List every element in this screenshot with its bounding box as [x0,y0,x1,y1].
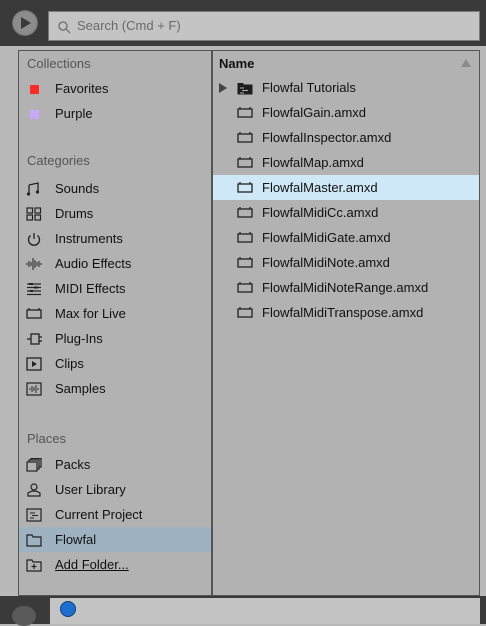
name-column-header[interactable]: Name [213,51,479,75]
list-item-label: FlowfalMap.amxd [262,155,364,170]
drums-icon [26,207,42,221]
add-folder-button[interactable]: Add Folder... [19,552,211,577]
sidebar-item-label: Add Folder... [55,557,129,572]
expand-triangle-icon[interactable] [219,83,227,93]
sidebar-item-plug-ins[interactable]: Plug-Ins [19,326,211,351]
sidebar-item-user-library[interactable]: User Library [19,477,211,502]
sidebar: Collections Favorites Purple Categories … [18,50,212,596]
folder-icon [26,534,42,547]
search-placeholder: Search (Cmd + F) [77,18,181,33]
list-item-label: FlowfalMidiGate.amxd [262,230,391,245]
sidebar-item-favorites[interactable]: Favorites [19,76,211,101]
list-item[interactable]: FlowfalMidiGate.amxd [213,225,479,250]
sidebar-item-label: Samples [55,381,106,396]
samples-icon [26,382,42,396]
list-item-label: Flowfal Tutorials [262,80,356,95]
search-icon [58,21,71,34]
instruments-icon [27,233,41,246]
column-header-label: Name [219,56,255,71]
list-item-label: FlowfalMaster.amxd [262,180,378,195]
search-input[interactable]: Search (Cmd + F) [48,11,480,41]
list-item[interactable]: FlowfalMidiNote.amxd [213,250,479,275]
categories-header: Categories [27,153,90,168]
sidebar-item-label: Packs [55,457,91,472]
browser-bottom-bar [0,596,486,626]
sidebar-item-drums[interactable]: Drums [19,201,211,226]
folder-icon [237,83,253,95]
sidebar-item-max-for-live[interactable]: Max for Live [19,301,211,326]
list-item-label: FlowfalMidiCc.amxd [262,205,379,220]
list-item[interactable]: FlowfalMidiNoteRange.amxd [213,275,479,300]
plug-ins-icon [27,333,42,345]
sidebar-item-samples[interactable]: Samples [19,376,211,401]
play-triangle-icon [21,17,31,29]
midi-effects-icon [27,283,41,296]
current-project-icon [26,508,42,522]
sidebar-item-label: MIDI Effects [55,281,126,296]
user-library-icon [27,483,41,497]
list-item-label: FlowfalMidiNoteRange.amxd [262,280,429,295]
sidebar-item-label: User Library [55,482,126,497]
max-device-icon [237,257,253,268]
list-item-selected[interactable]: FlowfalMaster.amxd [213,175,479,200]
list-item-label: FlowfalGain.amxd [262,105,367,120]
packs-icon [26,458,42,472]
browser-toggle-button[interactable] [12,10,38,36]
sidebar-item-label: Flowfal [55,532,97,547]
browser-resize-handle[interactable] [12,606,36,626]
sidebar-item-label: Instruments [55,231,123,246]
info-area [50,598,480,624]
list-item[interactable]: FlowfalInspector.amxd [213,125,479,150]
list-item-label: FlowfalMidiNote.amxd [262,255,390,270]
sidebar-item-label: Current Project [55,507,143,522]
places-header: Places [27,431,67,446]
max-device-icon [237,307,253,318]
sounds-icon [26,182,40,196]
file-list: Name Flowfal Tutorials FlowfalGain.amxd … [212,50,480,596]
favorites-color-swatch-icon [26,82,42,96]
sidebar-item-label: Favorites [55,81,109,96]
audio-effects-icon [26,258,42,270]
list-item[interactable]: FlowfalMap.amxd [213,150,479,175]
sidebar-item-packs[interactable]: Packs [19,452,211,477]
max-device-icon [237,107,253,118]
sidebar-item-purple[interactable]: Purple [19,101,211,126]
sidebar-item-sounds[interactable]: Sounds [19,176,211,201]
sidebar-item-instruments[interactable]: Instruments [19,226,211,251]
sidebar-item-label: Plug-Ins [55,331,103,346]
sidebar-item-label: Drums [55,206,94,221]
preview-toggle-icon[interactable] [60,601,76,617]
sidebar-item-label: Audio Effects [55,256,132,271]
list-item[interactable]: FlowfalGain.amxd [213,100,479,125]
max-device-icon [237,157,253,168]
max-device-icon [237,282,253,293]
browser-top-bar: Search (Cmd + F) [0,0,486,46]
sidebar-item-current-project[interactable]: Current Project [19,502,211,527]
sidebar-item-label: Max for Live [55,306,126,321]
sidebar-item-audio-effects[interactable]: Audio Effects [19,251,211,276]
list-item-label: FlowfalInspector.amxd [262,130,392,145]
max-device-icon [237,132,253,143]
sidebar-item-label: Clips [55,356,84,371]
sidebar-item-flowfal[interactable]: Flowfal [19,527,211,552]
max-for-live-icon [26,308,42,319]
max-device-icon [237,232,253,243]
sidebar-item-label: Sounds [55,181,100,196]
sidebar-item-midi-effects[interactable]: MIDI Effects [19,276,211,301]
list-item-folder[interactable]: Flowfal Tutorials [213,75,479,100]
add-folder-icon [26,559,42,572]
collections-header: Collections [27,56,91,71]
list-item[interactable]: FlowfalMidiCc.amxd [213,200,479,225]
purple-color-swatch-icon [26,107,42,121]
max-device-icon [237,207,253,218]
list-item-label: FlowfalMidiTranspose.amxd [262,305,424,320]
sidebar-item-clips[interactable]: Clips [19,351,211,376]
sidebar-item-label: Purple [55,106,93,121]
sort-ascending-icon [461,59,471,67]
list-item[interactable]: FlowfalMidiTranspose.amxd [213,300,479,325]
max-device-icon [237,182,253,193]
clips-icon [26,357,42,371]
